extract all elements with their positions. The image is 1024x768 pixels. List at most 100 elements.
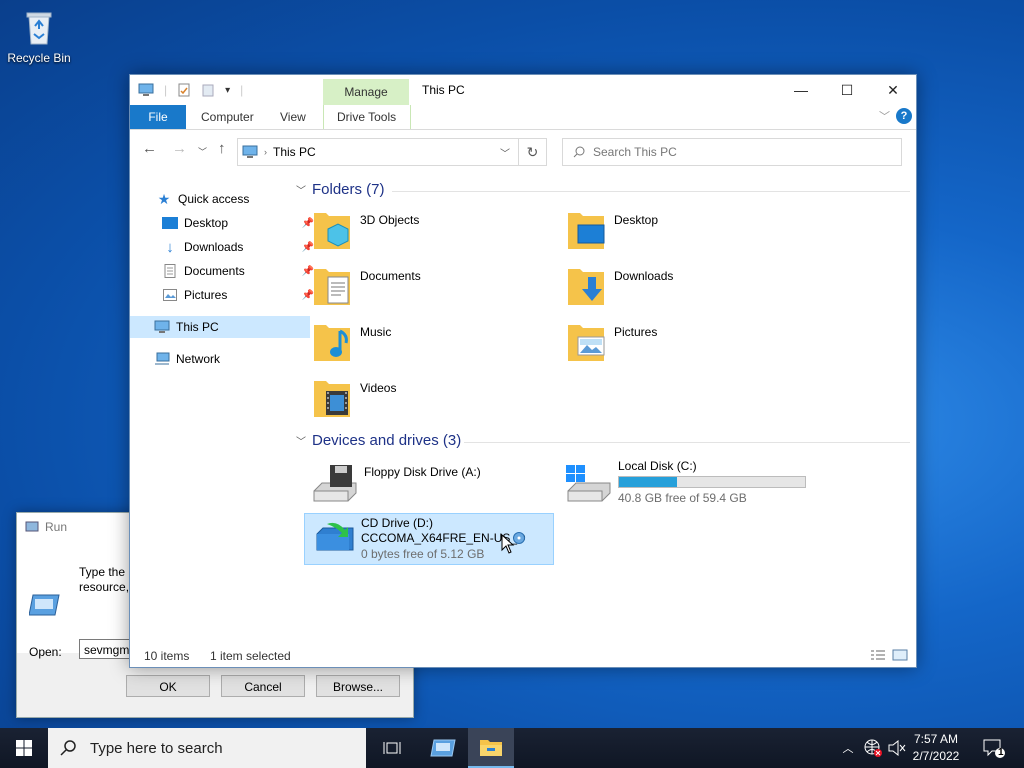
nav-label: Pictures	[184, 288, 228, 302]
collapse-chevron-icon: ﹀	[296, 186, 306, 197]
nav-label: Downloads	[184, 240, 244, 254]
run-open-label: Open:	[29, 645, 62, 659]
folder-videos[interactable]: Videos	[312, 375, 552, 427]
recycle-bin-shortcut[interactable]: Recycle Bin	[4, 8, 74, 65]
properties-icon[interactable]	[177, 83, 191, 97]
search-icon	[60, 740, 76, 756]
customize-qat-icon[interactable]: ▾	[225, 85, 230, 96]
status-item-count: 10 items	[144, 649, 190, 663]
recycle-bin-label: Recycle Bin	[7, 51, 71, 65]
run-description-line1: Type the n	[79, 565, 129, 579]
expand-ribbon-icon[interactable]: ﹀	[879, 108, 890, 124]
folder-pictures[interactable]: Pictures	[566, 319, 806, 371]
titlebar[interactable]: | ▾ | Manage This PC — ☐ ✕	[130, 75, 916, 105]
refresh-button[interactable]: ↻	[518, 138, 547, 166]
folder-3d-objects-icon	[314, 213, 350, 249]
network-globe-icon[interactable]	[864, 739, 882, 757]
task-view-icon	[383, 742, 401, 754]
quick-access-toolbar: | ▾ |	[138, 83, 243, 97]
tab-drive-tools[interactable]: Drive Tools	[337, 105, 396, 129]
folder-videos-icon	[314, 381, 350, 417]
up-button[interactable]: ↑	[218, 140, 226, 157]
folder-documents[interactable]: Documents	[312, 263, 552, 315]
folder-music-icon	[314, 325, 350, 361]
breadcrumb-chevron-icon[interactable]: ›	[264, 147, 267, 157]
folder-3d-objects[interactable]: 3D Objects	[312, 207, 552, 259]
nav-network[interactable]: Network	[130, 348, 310, 370]
folder-music[interactable]: Music	[312, 319, 552, 371]
mouse-cursor-icon	[501, 534, 515, 554]
folders-group-header[interactable]: ﹀ Folders (7)	[296, 181, 385, 198]
folder-downloads[interactable]: Downloads	[566, 263, 806, 315]
address-bar[interactable]: › This PC ﹀	[237, 138, 547, 166]
taskbar-clock[interactable]: 7:57 AM 2/7/2022	[904, 731, 968, 765]
recent-locations-icon[interactable]: ﹀	[198, 145, 207, 158]
address-text: This PC	[273, 145, 316, 159]
cancel-button[interactable]: Cancel	[221, 675, 305, 697]
navigation-pane: ★ Quick access Desktop 📌 ↓ Downloads 📌 D…	[130, 183, 314, 623]
nav-pictures[interactable]: Pictures 📌	[130, 284, 318, 306]
desktop-icon	[162, 215, 178, 231]
folder-label: Pictures	[614, 325, 658, 339]
action-center-button[interactable]: 1	[972, 728, 1016, 768]
search-box[interactable]: Search This PC	[562, 138, 902, 166]
tab-manage[interactable]: Manage	[323, 79, 409, 105]
nav-label: Quick access	[178, 192, 250, 206]
help-button[interactable]: ?	[896, 108, 912, 124]
task-view-button[interactable]	[369, 728, 415, 768]
nav-downloads[interactable]: ↓ Downloads 📌	[130, 236, 318, 258]
nav-desktop[interactable]: Desktop 📌	[130, 212, 318, 234]
show-hidden-icons-chevron-icon[interactable]: ︿	[838, 740, 858, 756]
drive-floppy-a[interactable]: Floppy Disk Drive (A:)	[308, 459, 558, 511]
taskbar-run-app[interactable]	[420, 728, 466, 768]
minimize-button[interactable]: —	[778, 75, 824, 105]
run-app-icon	[430, 739, 456, 757]
nav-label: Documents	[184, 264, 245, 278]
folder-desktop[interactable]: Desktop	[566, 207, 806, 259]
address-dropdown-icon[interactable]: ﹀	[500, 145, 510, 160]
ok-button[interactable]: OK	[126, 675, 210, 697]
folder-pictures-icon	[568, 325, 605, 361]
nav-label: This PC	[176, 320, 219, 334]
start-button[interactable]	[0, 728, 48, 768]
notification-count: 1	[998, 747, 1004, 758]
devices-group-header[interactable]: ﹀ Devices and drives (3)	[296, 432, 461, 449]
nav-this-pc[interactable]: This PC	[130, 316, 310, 338]
folder-label: Music	[360, 325, 392, 339]
run-description-line2: resource,	[79, 580, 129, 594]
pictures-icon	[162, 287, 178, 303]
details-view-icon[interactable]	[870, 649, 886, 661]
download-arrow-icon: ↓	[166, 238, 174, 256]
tab-view[interactable]: View	[280, 105, 306, 129]
windows-logo-icon	[16, 740, 32, 756]
cd-drive-icon	[316, 522, 354, 551]
taskbar-search-placeholder: Type here to search	[90, 739, 223, 757]
maximize-button[interactable]: ☐	[824, 75, 870, 105]
new-folder-icon[interactable]	[201, 83, 215, 97]
drive-usage-fill	[619, 477, 678, 487]
folder-label: Documents	[360, 269, 421, 283]
nav-documents[interactable]: Documents 📌	[130, 260, 318, 282]
star-icon: ★	[157, 190, 171, 207]
nav-quick-access[interactable]: ★ Quick access	[130, 188, 312, 210]
tab-file[interactable]: File	[130, 105, 186, 129]
large-icons-view-icon[interactable]	[892, 649, 908, 661]
back-button[interactable]: ←	[142, 140, 157, 157]
search-icon	[573, 146, 585, 158]
browse-button[interactable]: Browse...	[316, 675, 400, 697]
drive-local-c[interactable]: Local Disk (C:) 40.8 GB free of 59.4 GB	[562, 459, 862, 511]
folder-label: Downloads	[614, 269, 674, 283]
group-title: Folders (7)	[312, 181, 385, 198]
drive-name: Local Disk (C:)	[618, 459, 697, 473]
close-button[interactable]: ✕	[870, 75, 916, 105]
computer-icon	[138, 83, 154, 96]
drive-cd-d[interactable]: CD Drive (D:) CCCOMA_X64FRE_EN-US_D 0 by…	[304, 513, 554, 565]
tab-computer[interactable]: Computer	[201, 105, 254, 129]
forward-button[interactable]: →	[172, 140, 187, 157]
network-icon	[154, 351, 170, 367]
taskbar-file-explorer[interactable]	[468, 728, 514, 768]
content-pane: ﹀ Folders (7) 3D Objects Desktop Documen…	[292, 173, 912, 633]
folder-documents-icon	[314, 269, 350, 305]
folder-label: Desktop	[614, 213, 659, 227]
taskbar-search-box[interactable]: Type here to search	[48, 728, 366, 768]
